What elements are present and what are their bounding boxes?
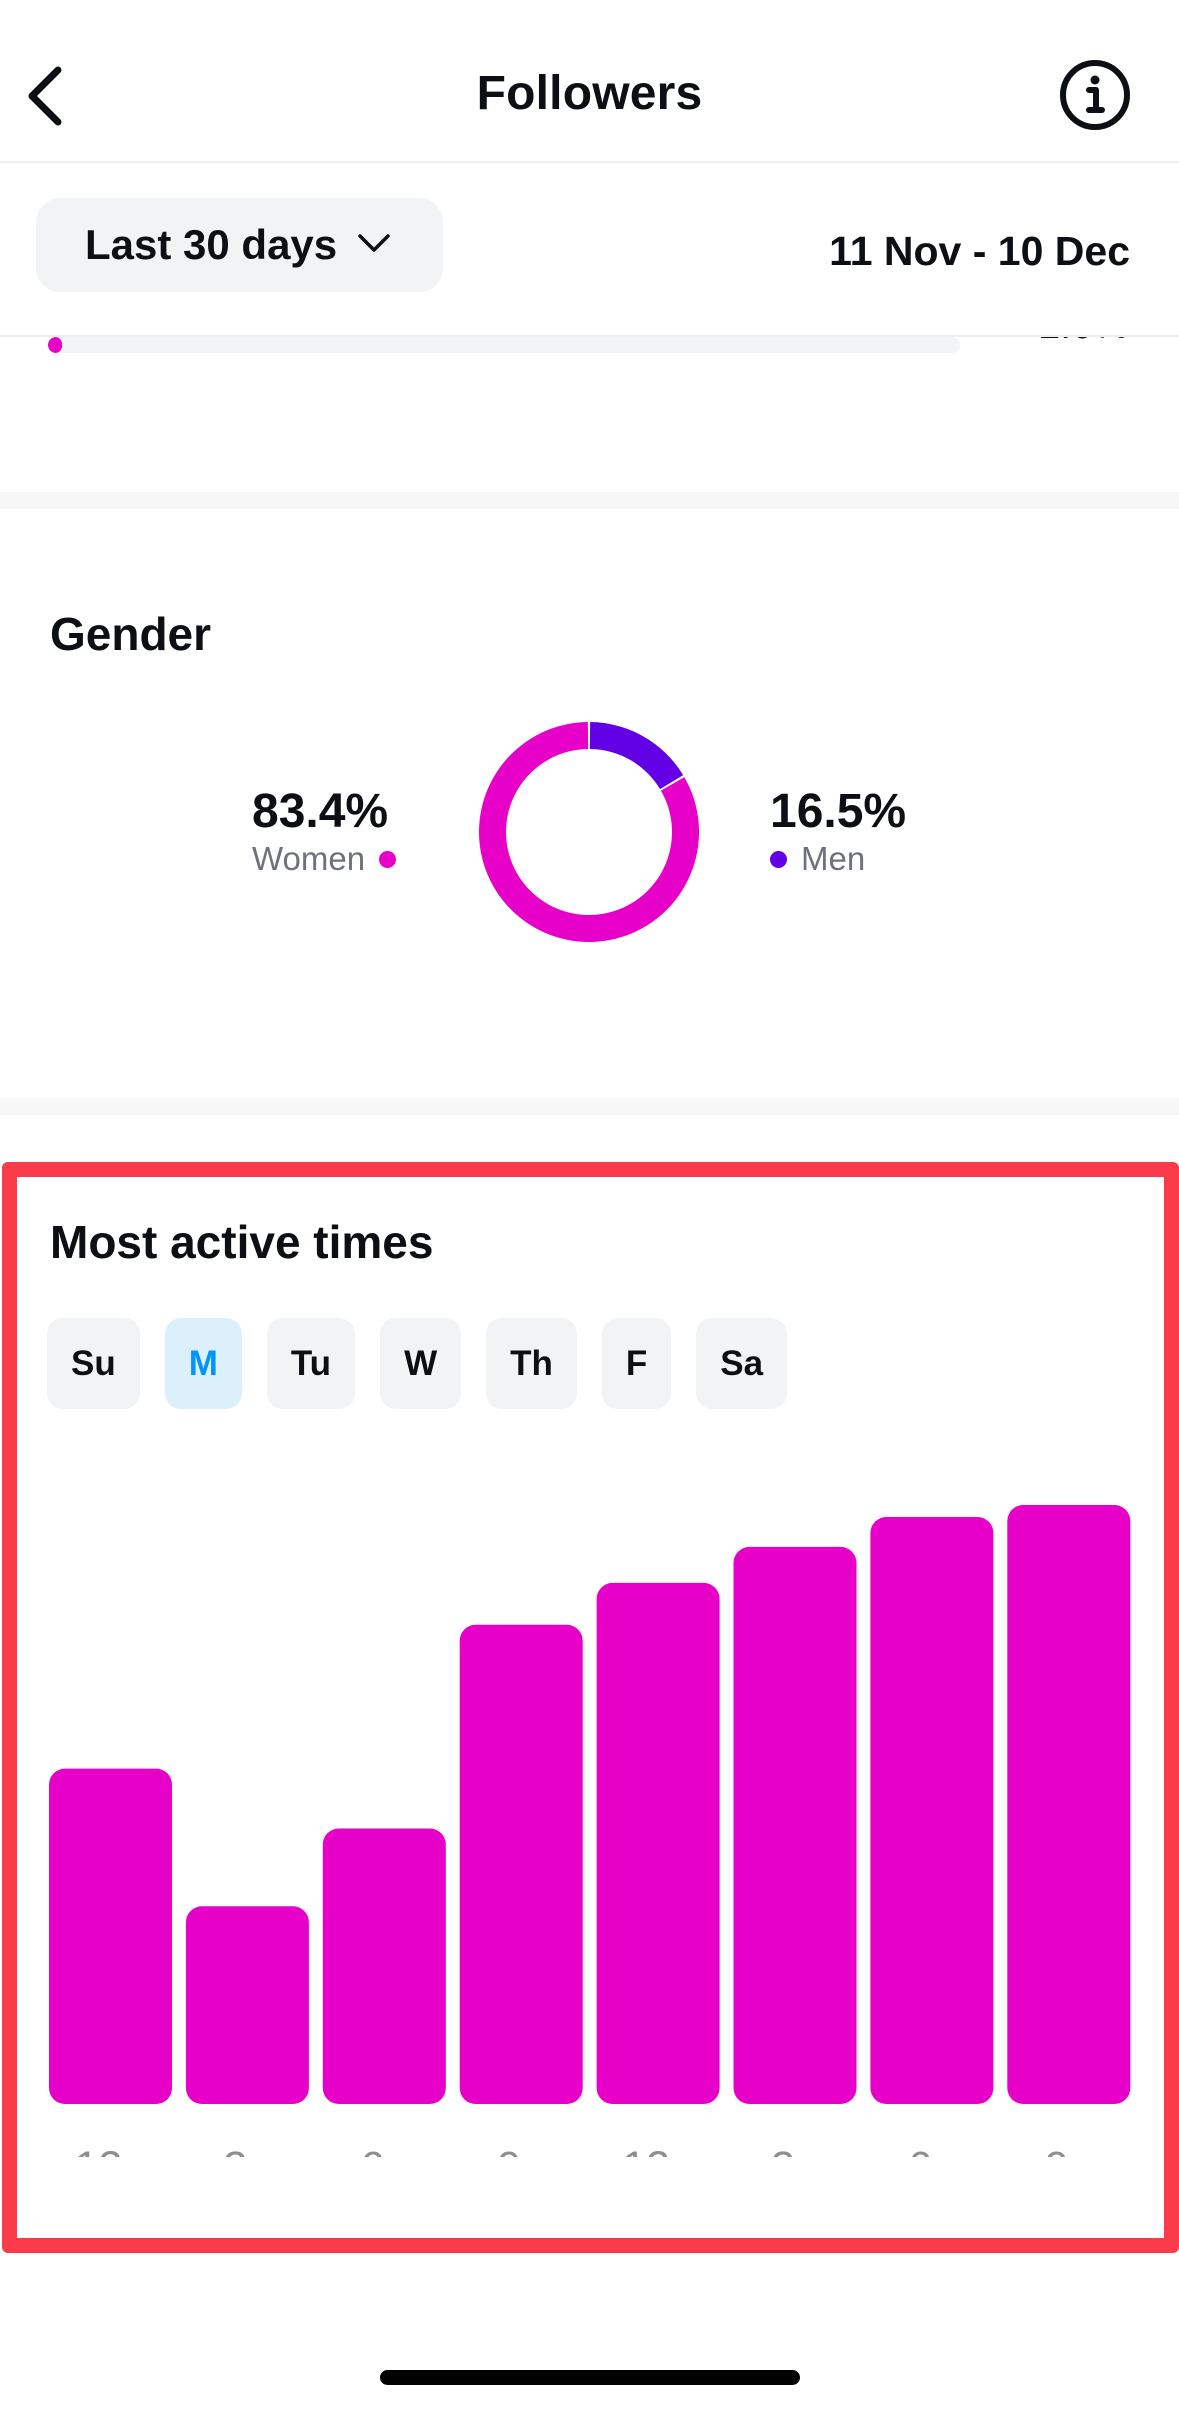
women-percent: 83.4% bbox=[252, 785, 389, 838]
most-active-times-bar-chart: 12a 3a 6a 9a 12p 3p 6p 9p bbox=[49, 1505, 1131, 2157]
women-color-dot bbox=[379, 850, 397, 868]
day-selector: Su M Tu W Th F Sa bbox=[47, 1318, 788, 1409]
section-separator bbox=[0, 1098, 1179, 1115]
most-active-times-title: Most active times bbox=[50, 1216, 434, 1268]
day-chip-su[interactable]: Su bbox=[47, 1318, 140, 1409]
bar-3p[interactable] bbox=[733, 1546, 857, 2104]
women-label: Women bbox=[252, 840, 366, 877]
date-range-dropdown-label: Last 30 days bbox=[85, 221, 338, 268]
bar-9a[interactable] bbox=[459, 1624, 583, 2104]
bar-6p[interactable] bbox=[870, 1517, 994, 2104]
men-color-dot bbox=[770, 850, 787, 868]
gender-donut-chart bbox=[479, 722, 699, 942]
x-tick-label: 12a bbox=[75, 2143, 147, 2157]
men-label: Men bbox=[801, 840, 866, 877]
bar-12p[interactable] bbox=[596, 1582, 720, 2104]
page-title: Followers bbox=[476, 67, 703, 120]
top-navigation-bar: Followers bbox=[0, 0, 1179, 162]
progress-track bbox=[48, 337, 960, 353]
bar-12a[interactable] bbox=[49, 1768, 172, 2104]
x-tick-label: 9a bbox=[497, 2143, 545, 2157]
scroll-content[interactable]: 1.0% Gender 83.4% Women 16.5% Men Most a… bbox=[0, 337, 1179, 2409]
bar-9p[interactable] bbox=[1007, 1505, 1131, 2104]
day-chip-th[interactable]: Th bbox=[486, 1318, 577, 1409]
day-chip-f[interactable]: F bbox=[601, 1318, 672, 1409]
gender-section-title: Gender bbox=[50, 608, 212, 660]
day-chip-tu[interactable]: Tu bbox=[266, 1318, 356, 1409]
day-chip-m[interactable]: M bbox=[164, 1318, 242, 1409]
partial-list-item: 1.0% bbox=[0, 337, 1179, 367]
progress-fill bbox=[48, 337, 62, 353]
progress-value: 1.0% bbox=[1038, 337, 1129, 348]
women-legend: Women bbox=[252, 840, 397, 878]
x-tick-label: 6p bbox=[908, 2143, 956, 2157]
info-circle-icon bbox=[1060, 60, 1130, 130]
section-separator bbox=[0, 492, 1179, 509]
men-legend: Men bbox=[770, 840, 865, 878]
men-percent: 16.5% bbox=[770, 785, 907, 838]
bar-3a[interactable] bbox=[185, 1906, 309, 2104]
date-range-text: 11 Nov - 10 Dec bbox=[829, 228, 1130, 274]
home-indicator bbox=[380, 2370, 800, 2385]
x-tick-label: 6a bbox=[360, 2143, 408, 2157]
x-tick-label: 12p bbox=[622, 2143, 694, 2157]
chevron-down-icon bbox=[358, 234, 390, 252]
day-chip-w[interactable]: W bbox=[380, 1318, 462, 1409]
day-chip-sa[interactable]: Sa bbox=[696, 1318, 788, 1409]
x-tick-label: 9p bbox=[1045, 2143, 1093, 2157]
x-tick-label: 3p bbox=[771, 2143, 819, 2157]
bar-6a[interactable] bbox=[322, 1828, 446, 2105]
donut-slice-men bbox=[589, 722, 684, 790]
date-range-dropdown[interactable]: Last 30 days bbox=[36, 198, 443, 292]
info-button[interactable] bbox=[1058, 58, 1132, 132]
x-tick-label: 3a bbox=[223, 2143, 271, 2157]
